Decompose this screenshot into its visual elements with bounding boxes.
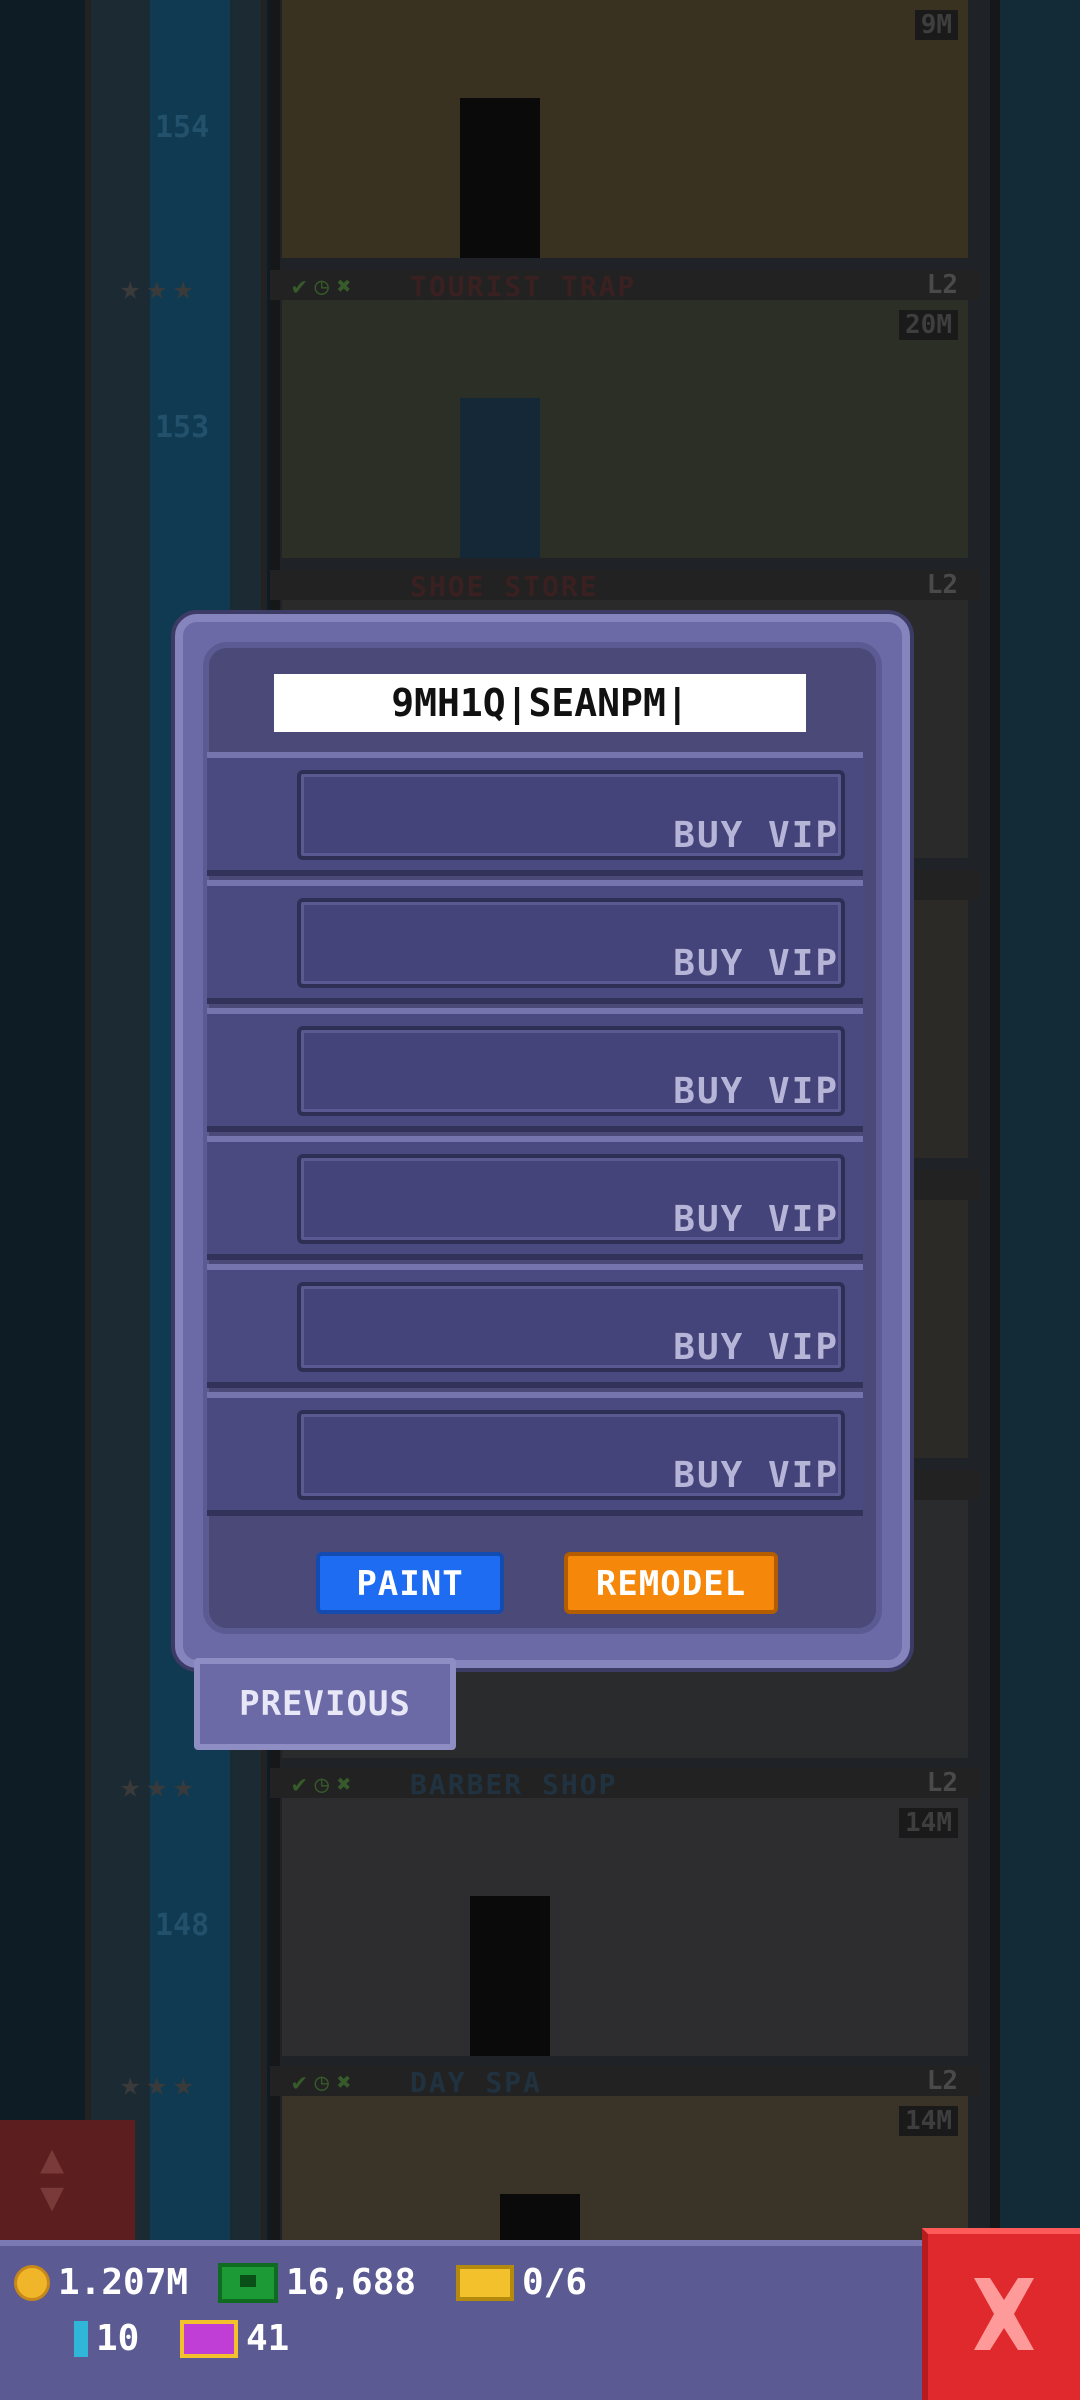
- buy-vip-label: BUY VIP: [673, 1455, 839, 1496]
- floor-header: [270, 1768, 980, 1798]
- vip-icon: [456, 2264, 514, 2301]
- vip-slot[interactable]: BUY VIP: [207, 880, 863, 1004]
- buy-vip-label: BUY VIP: [673, 1071, 839, 1112]
- floor-name: TOURIST TRAP: [410, 270, 637, 303]
- tickets-display: 41: [180, 2318, 289, 2359]
- floor-income: 14M: [899, 2106, 958, 2136]
- close-icon: [974, 2278, 1034, 2350]
- coins-value: 1.207M: [58, 2262, 189, 2303]
- floor-stars: ★★★: [120, 2064, 200, 2104]
- vip-count-value: 0/6: [522, 2262, 588, 2303]
- vip-count-display: 0/6: [456, 2262, 587, 2303]
- coins-display: 1.207M: [14, 2262, 188, 2303]
- floor-room: [282, 1798, 968, 2056]
- floor-door: [470, 1896, 550, 2056]
- floor-room: [282, 2096, 968, 2240]
- ticket-icon: [180, 2319, 238, 2358]
- floor-status-icons: ✔◷✖: [292, 2068, 360, 2096]
- floor-name: DAY SPA: [410, 2066, 543, 2099]
- floor-income: 14M: [899, 1808, 958, 1838]
- floor-day-spa: ★★★ ✔◷✖ DAY SPA L2 14M: [120, 2064, 980, 2240]
- remodel-button[interactable]: REMODEL: [564, 1552, 778, 1614]
- buy-vip-label: BUY VIP: [673, 943, 839, 984]
- floor-barber-shop: ★★★ ✔◷✖ BARBER SHOP L2 14M 148: [120, 1766, 980, 2066]
- floor-level: L2: [926, 270, 958, 300]
- floor-level: L2: [926, 1768, 958, 1798]
- floor-level: L2: [926, 2066, 958, 2096]
- resource-bar: 1.207M 16,688 0/6 10 41: [0, 2240, 930, 2400]
- bitizens-value: 10: [96, 2318, 140, 2359]
- bux-icon: [218, 2262, 278, 2303]
- bux-display: 16,688: [218, 2262, 416, 2303]
- floor-name: BARBER SHOP: [410, 1768, 618, 1801]
- tickets-value: 41: [246, 2318, 290, 2359]
- floor-status-icons: ✔◷✖: [292, 1770, 360, 1798]
- floor-record-shop: 9M 154: [155, 0, 980, 268]
- floor-name: SHOE STORE: [410, 570, 599, 603]
- previous-button[interactable]: PREVIOUS: [194, 1658, 456, 1750]
- floor-door: [460, 98, 540, 258]
- floor-status-icons: ✔◷✖: [292, 272, 360, 300]
- floor-room: [282, 0, 968, 258]
- vip-slot[interactable]: BUY VIP: [207, 1008, 863, 1132]
- elevator-control-button[interactable]: ▲ ▼: [0, 2120, 135, 2240]
- bux-value: 16,688: [286, 2262, 417, 2303]
- floor-income: 9M: [914, 10, 958, 40]
- floor-name-field[interactable]: [274, 674, 806, 732]
- floor-tourist-trap: ★★★ ✔◷✖ TOURIST TRAP L2 20M 153: [120, 268, 980, 568]
- floor-header: [270, 2066, 980, 2096]
- floor-number: 154: [155, 110, 210, 145]
- vip-slot[interactable]: BUY VIP: [207, 1392, 863, 1516]
- vip-slot[interactable]: BUY VIP: [207, 1264, 863, 1388]
- floor-number: 153: [155, 410, 210, 445]
- floor-number: 148: [155, 1908, 210, 1943]
- floor-header: [270, 570, 980, 600]
- vip-slot[interactable]: BUY VIP: [207, 1136, 863, 1260]
- close-button[interactable]: [922, 2228, 1080, 2400]
- elevator-arrows-icon: ▲ ▼: [40, 2136, 65, 2220]
- floor-income: 20M: [899, 310, 958, 340]
- vip-slot[interactable]: BUY VIP: [207, 752, 863, 876]
- buy-vip-label: BUY VIP: [673, 1327, 839, 1368]
- floor-door: [460, 398, 540, 558]
- sky-right-edge: [990, 0, 1080, 2240]
- floor-level: L2: [926, 570, 958, 600]
- floor-stars: ★★★: [120, 1766, 200, 1806]
- bitizens-display: 10: [74, 2318, 139, 2359]
- coin-icon: [14, 2264, 50, 2301]
- floor-room: [282, 300, 968, 558]
- bitizen-icon: [74, 2320, 88, 2357]
- paint-button[interactable]: PAINT: [316, 1552, 504, 1614]
- floor-door: [500, 2194, 580, 2240]
- buy-vip-label: BUY VIP: [673, 1199, 839, 1240]
- floor-stars: ★★★: [120, 268, 200, 308]
- buy-vip-label: BUY VIP: [673, 815, 839, 856]
